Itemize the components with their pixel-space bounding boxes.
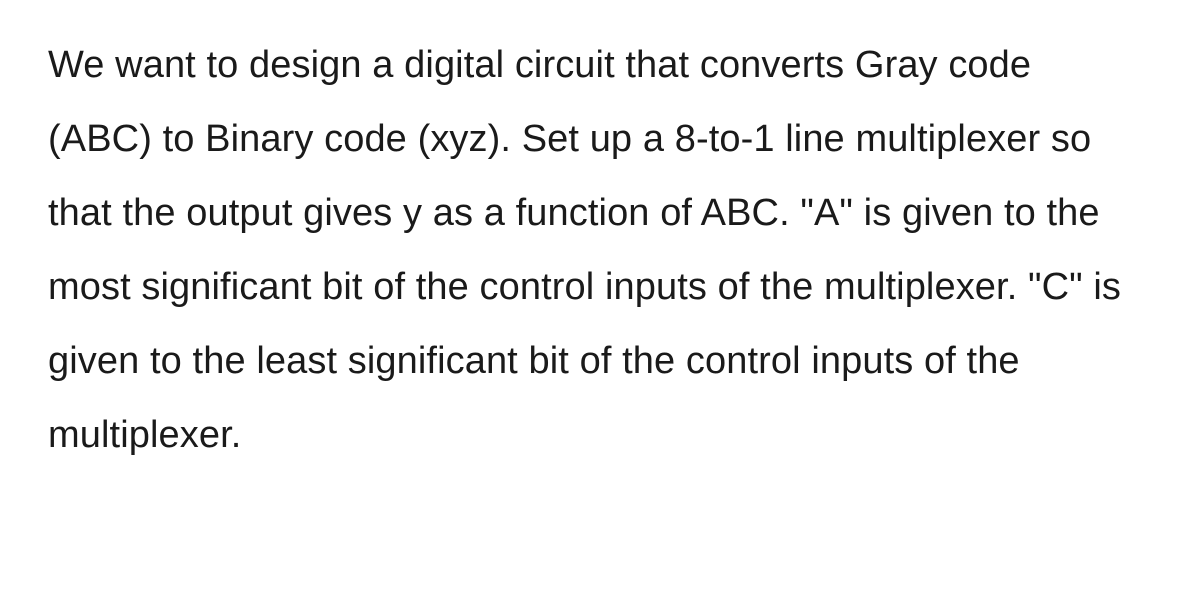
problem-statement: We want to design a digital circuit that…	[48, 28, 1131, 473]
document-page: We want to design a digital circuit that…	[0, 0, 1179, 473]
